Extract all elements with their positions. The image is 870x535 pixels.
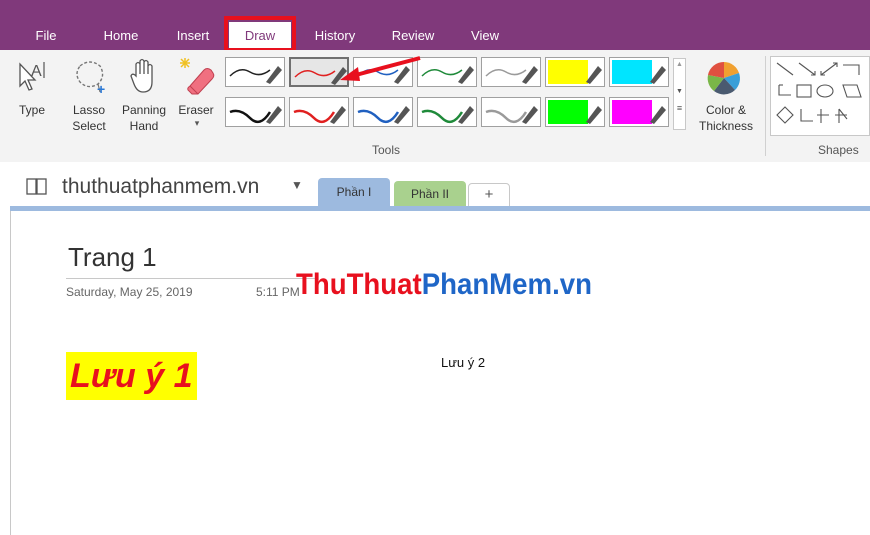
pen-swatch[interactable] [225,57,285,87]
tab-review[interactable]: Review [384,22,442,50]
pen-swatch[interactable] [417,97,477,127]
pen-swatch[interactable] [289,97,349,127]
lasso-label-1: Lasso [72,103,106,117]
panning-label-1: Panning [121,103,167,117]
pen-icon [229,106,282,124]
panning-label-2: Hand [129,119,159,133]
section-tab-2[interactable]: Phần II [394,181,466,207]
tab-history[interactable]: History [306,22,364,50]
eraser-label: Eraser [178,103,214,117]
pen-icon [485,106,538,124]
svg-text:A: A [31,63,42,80]
pen-swatch[interactable] [609,57,669,87]
pen-swatch[interactable] [481,97,541,127]
notebook-icon [26,178,48,196]
type-cursor-icon: A [19,62,45,91]
tab-insert[interactable]: Insert [166,22,220,50]
add-section-tab[interactable]: + [468,183,510,207]
scroll-up-icon[interactable]: ▲ [674,59,685,71]
highlighter-icon [548,100,602,124]
pen-gallery-scrollbar[interactable]: ▲ ▼ ≡ [673,58,686,130]
panning-hand-button[interactable] [126,56,162,98]
note-2[interactable]: Lưu ý 2 [441,355,485,370]
pen-swatch[interactable] [545,57,605,87]
page-title[interactable]: Trang 1 [68,242,157,273]
note-1-highlighted[interactable]: Lưu ý 1 [66,352,197,400]
shapes-gallery [770,56,870,136]
draw-tab-highlight-box [224,16,296,52]
pen-icon [229,66,282,84]
scroll-down-icon[interactable]: ▼ [674,81,685,103]
watermark-part-2: PhanMem.vn [421,268,592,301]
notebook-name[interactable]: thuthuatphanmem.vn [62,174,259,200]
eraser-icon [180,58,215,95]
page-date: Saturday, May 25, 2019 [66,285,193,299]
pen-icon [357,106,410,124]
tab-home[interactable]: Home [96,22,146,50]
lasso-icon: + [76,61,105,97]
shapes-group-label: Shapes [818,143,859,157]
pen-swatch[interactable] [545,97,605,127]
highlighter-icon [612,100,666,124]
lasso-select-button[interactable]: + [70,56,110,98]
color-wheel-icon [707,61,740,95]
title-bar [0,0,870,22]
svg-text:+: + [97,81,105,97]
pen-swatch[interactable] [225,97,285,127]
watermark-part-1: ThuThuat [296,268,422,301]
color-label-1: Color & [705,103,746,117]
pen-swatch[interactable] [353,97,413,127]
tab-view[interactable]: View [462,22,508,50]
page-time: 5:11 PM [256,285,300,299]
page-left-border [10,211,11,535]
eraser-button[interactable] [176,56,216,98]
color-label-2: Thickness [698,119,754,133]
annotation-arrow-icon [340,56,421,81]
lasso-label-2: Select [72,119,106,133]
color-thickness-button[interactable] [704,58,744,98]
section-tab-1[interactable]: Phần I [318,178,390,207]
hand-icon [130,58,153,93]
pen-gallery [225,57,687,131]
page-title-underline [66,278,316,279]
pen-icon [293,106,346,124]
gallery-more-icon[interactable]: ≡ [674,103,685,113]
highlighter-icon [612,60,666,84]
type-button[interactable]: A [12,56,48,98]
tab-file[interactable]: File [28,22,64,50]
ribbon-separator [765,56,766,156]
type-label: Type [18,103,45,117]
pen-icon [485,66,538,84]
highlighter-icon [548,60,602,84]
shapes-icons [776,62,862,124]
pen-swatch[interactable] [609,97,669,127]
pen-icon [421,106,474,124]
tools-group-label: Tools [372,143,401,157]
pen-swatch[interactable] [481,57,541,87]
watermark-logo: ThuThuatPhanMem.vn [296,266,592,304]
eraser-dropdown-chevron-icon[interactable]: ▾ [190,118,204,132]
notebook-dropdown-chevron-icon[interactable]: ▼ [291,178,303,192]
